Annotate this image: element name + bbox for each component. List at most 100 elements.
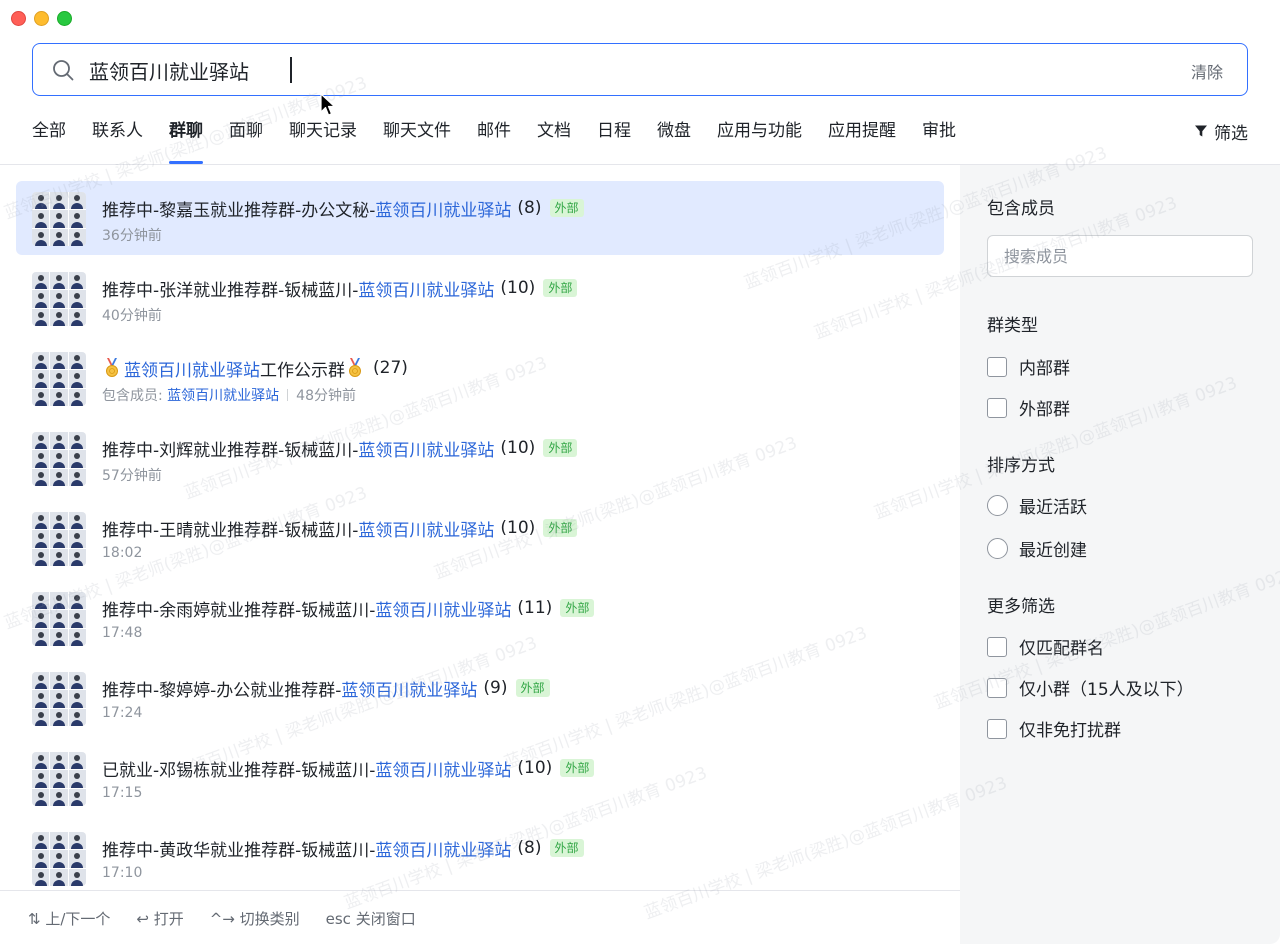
checkbox-box[interactable] xyxy=(987,636,1007,657)
tab-item[interactable]: 审批 xyxy=(922,118,956,164)
member-photo xyxy=(50,388,68,406)
result-row[interactable]: 推荐中-张洋就业推荐群-钣械蓝川- 蓝领百川就业驿站 (10) 外部 40分钟前 xyxy=(16,261,944,335)
checkbox-box[interactable] xyxy=(987,356,1007,377)
tab-item[interactable]: 面聊 xyxy=(229,118,263,164)
member-photo xyxy=(68,708,86,726)
checkbox-label: 内部群 xyxy=(1019,359,1070,379)
sort-recent-created-radio[interactable]: 最近创建 xyxy=(987,536,1087,561)
tab-item[interactable]: 聊天记录 xyxy=(289,118,357,164)
result-row[interactable]: 推荐中-刘辉就业推荐群-钣械蓝川- 蓝领百川就业驿站 (10) 外部 57分钟前 xyxy=(16,421,944,495)
member-photo xyxy=(50,690,68,708)
tab-item[interactable]: 邮件 xyxy=(477,118,511,164)
radio-button[interactable] xyxy=(987,495,1008,516)
tab-item[interactable]: 应用与功能 xyxy=(717,118,802,164)
radio-button[interactable] xyxy=(987,538,1008,559)
member-photo xyxy=(32,752,50,770)
tab-item[interactable]: 微盘 xyxy=(657,118,691,164)
results-list: 推荐中-黎嘉玉就业推荐群-办公文秘- 蓝领百川就业驿站 (8) 外部 36分钟前 推荐中-… xyxy=(0,165,960,890)
tab-item[interactable]: 日程 xyxy=(597,118,631,164)
member-photo xyxy=(68,512,86,530)
external-badge: 外部 xyxy=(549,839,584,857)
tab-item[interactable]: 全部 xyxy=(32,118,66,164)
filter-button[interactable]: 筛选 xyxy=(1194,118,1248,144)
member-photo xyxy=(68,370,86,388)
member-photo xyxy=(50,272,68,290)
title-text: 推荐中-张洋就业推荐群-钣械蓝川- xyxy=(102,280,359,301)
checkbox-box[interactable] xyxy=(987,397,1007,418)
member-photo xyxy=(50,192,68,210)
search-window: 清除 全部联系人群聊面聊聊天记录聊天文件邮件文档日程微盘应用与功能应用提醒审批 … xyxy=(0,0,1280,944)
tab-item[interactable]: 应用提醒 xyxy=(828,118,896,164)
text-caret xyxy=(290,57,292,83)
group-avatar xyxy=(32,192,86,246)
minimize-window-button[interactable] xyxy=(34,11,49,26)
internal-group-checkbox[interactable]: 内部群 xyxy=(987,354,1070,379)
group-title: 推荐中-王晴就业推荐群-钣械蓝川- 蓝领百川就业驿站 (10) 外部 xyxy=(102,515,578,541)
group-title: 推荐中-余雨婷就业推荐群-钣械蓝川- 蓝领百川就业驿站 (11) 外部 xyxy=(102,595,595,621)
checkbox-box[interactable] xyxy=(987,718,1007,739)
search-bar: 清除 xyxy=(32,43,1248,96)
checkbox-box[interactable] xyxy=(987,677,1007,698)
tab-item[interactable]: 群聊 xyxy=(169,118,203,164)
subtitle-separator xyxy=(287,389,289,401)
member-photo xyxy=(32,512,50,530)
clear-button[interactable]: 清除 xyxy=(1191,59,1223,83)
member-photo xyxy=(32,548,50,566)
title-highlight: 蓝领百川就业驿站 xyxy=(341,680,478,701)
result-row[interactable]: 推荐中-王晴就业推荐群-钣械蓝川- 蓝领百川就业驿站 (10) 外部 18:02 xyxy=(16,501,944,575)
member-photo xyxy=(50,530,68,548)
member-photo xyxy=(32,628,50,646)
member-photo xyxy=(50,352,68,370)
member-photo xyxy=(50,672,68,690)
group-subtitle: 17:10 xyxy=(102,865,142,881)
member-photo xyxy=(50,228,68,246)
title-highlight: 蓝领百川就业驿站 xyxy=(124,360,260,381)
title-text: 推荐中-刘辉就业推荐群-钣械蓝川- xyxy=(102,440,359,461)
member-photo xyxy=(68,308,86,326)
result-row[interactable]: 推荐中-黎嘉玉就业推荐群-办公文秘- 蓝领百川就业驿站 (8) 外部 36分钟前 xyxy=(16,181,944,255)
small-groups-only-checkbox[interactable]: 仅小群（15人及以下） xyxy=(987,675,1194,700)
external-group-checkbox[interactable]: 外部群 xyxy=(987,395,1070,420)
group-subtitle: 17:24 xyxy=(102,705,142,721)
group-avatar xyxy=(32,512,86,566)
member-photo xyxy=(68,690,86,708)
window-controls xyxy=(11,11,72,26)
category-tabs: 全部 联系人 群聊 面聊 聊天记录 聊天文件 邮件 文档 日程 微盘 应用与功能 应用提醒 审批 xyxy=(32,118,982,164)
result-row[interactable]: 蓝领百川就业驿站 工作公示群 (27) 包含成员: 蓝领百川就业驿站 48分钟前 xyxy=(16,341,944,415)
match-name-only-checkbox[interactable]: 仅匹配群名 xyxy=(987,634,1104,659)
member-count: (8) xyxy=(517,198,542,218)
member-photo xyxy=(68,752,86,770)
member-search-input[interactable] xyxy=(987,235,1253,277)
last-active-time: 17:48 xyxy=(102,625,143,641)
title-highlight: 蓝领百川就业驿站 xyxy=(358,440,495,461)
result-row[interactable]: 推荐中-余雨婷就业推荐群-钣械蓝川- 蓝领百川就业驿站 (11) 外部 17:48 xyxy=(16,581,944,655)
sort-recent-active-radio[interactable]: 最近活跃 xyxy=(987,493,1087,518)
tab-item[interactable]: 联系人 xyxy=(92,118,143,164)
result-row[interactable]: 推荐中-黎婷婷-办公就业推荐群- 蓝领百川就业驿站 (9) 外部 17:24 xyxy=(16,661,944,735)
radio-label: 最近创建 xyxy=(1019,541,1087,561)
non-muted-only-checkbox[interactable]: 仅非免打扰群 xyxy=(987,716,1121,741)
member-photo xyxy=(68,272,86,290)
title-highlight: 蓝领百川就业驿站 xyxy=(375,840,512,861)
members-heading: 包含成员 xyxy=(987,199,1055,219)
medal-icon xyxy=(347,358,363,378)
group-subtitle: 17:15 xyxy=(102,785,142,801)
checkbox-label: 仅小群（15人及以下） xyxy=(1019,680,1194,700)
member-photo xyxy=(68,548,86,566)
member-photo xyxy=(32,450,50,468)
member-photo xyxy=(50,592,68,610)
tab-item[interactable]: 文档 xyxy=(537,118,571,164)
result-row[interactable]: 推荐中-黄政华就业推荐群-钣械蓝川- 蓝领百川就业驿站 (8) 外部 17:10 xyxy=(16,821,944,890)
keyboard-hints: ⇅ 上/下一个 ↩ 打开 ^→ 切换类别 esc 关闭窗口 xyxy=(28,908,416,929)
last-active-time: 48分钟前 xyxy=(296,388,356,404)
member-photo xyxy=(50,752,68,770)
member-photo xyxy=(32,192,50,210)
group-title: 蓝领百川就业驿站 工作公示群 (27) xyxy=(102,355,408,381)
last-active-time: 17:10 xyxy=(102,865,143,881)
close-window-button[interactable] xyxy=(11,11,26,26)
maximize-window-button[interactable] xyxy=(57,11,72,26)
result-row[interactable]: 已就业-邓锡栋就业推荐群-钣械蓝川- 蓝领百川就业驿站 (10) 外部 17:15 xyxy=(16,741,944,815)
tab-item[interactable]: 聊天文件 xyxy=(383,118,451,164)
search-input[interactable] xyxy=(89,54,1109,86)
member-photo xyxy=(32,672,50,690)
